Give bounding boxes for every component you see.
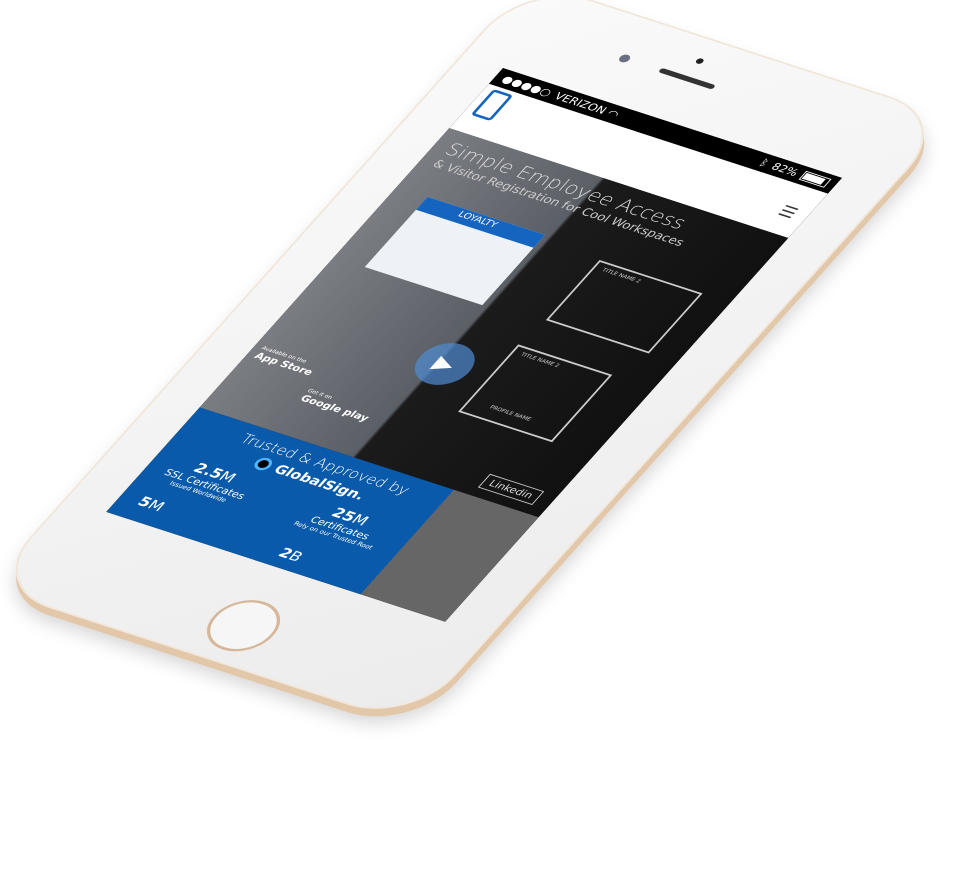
stat-certificates: 25M Certificates Rely on our Trusted Roo… <box>292 497 395 551</box>
bluetooth-icon: ᛒ <box>756 156 772 169</box>
app-preview: LOYALTY <box>364 196 546 306</box>
stat-2b: 2B <box>275 545 307 565</box>
app-store-badge[interactable]: Available on the App Store <box>252 345 321 377</box>
wireframe-caption: PROFILE NAME <box>488 404 533 423</box>
wireframe-profile: TITLE NAME 2 PROFILE NAME <box>458 344 613 443</box>
stat-ssl: 2.5M SSL Certificates Issued Worldwide <box>156 453 260 507</box>
wireframe-title: TITLE NAME 2 <box>518 351 561 369</box>
globalsign-eye-icon <box>250 455 276 473</box>
google-play-badge[interactable]: Get it on Google play <box>298 388 377 424</box>
play-video-button[interactable]: ▶ <box>403 336 487 392</box>
wireframe-chart: TITLE NAME 2 <box>545 259 703 354</box>
hamburger-menu-icon[interactable]: ☰ <box>774 203 802 223</box>
stat-5m: 5M <box>134 493 169 514</box>
app-preview-label: LOYALTY <box>455 209 500 230</box>
wireframe-title: TITLE NAME 2 <box>600 267 643 285</box>
